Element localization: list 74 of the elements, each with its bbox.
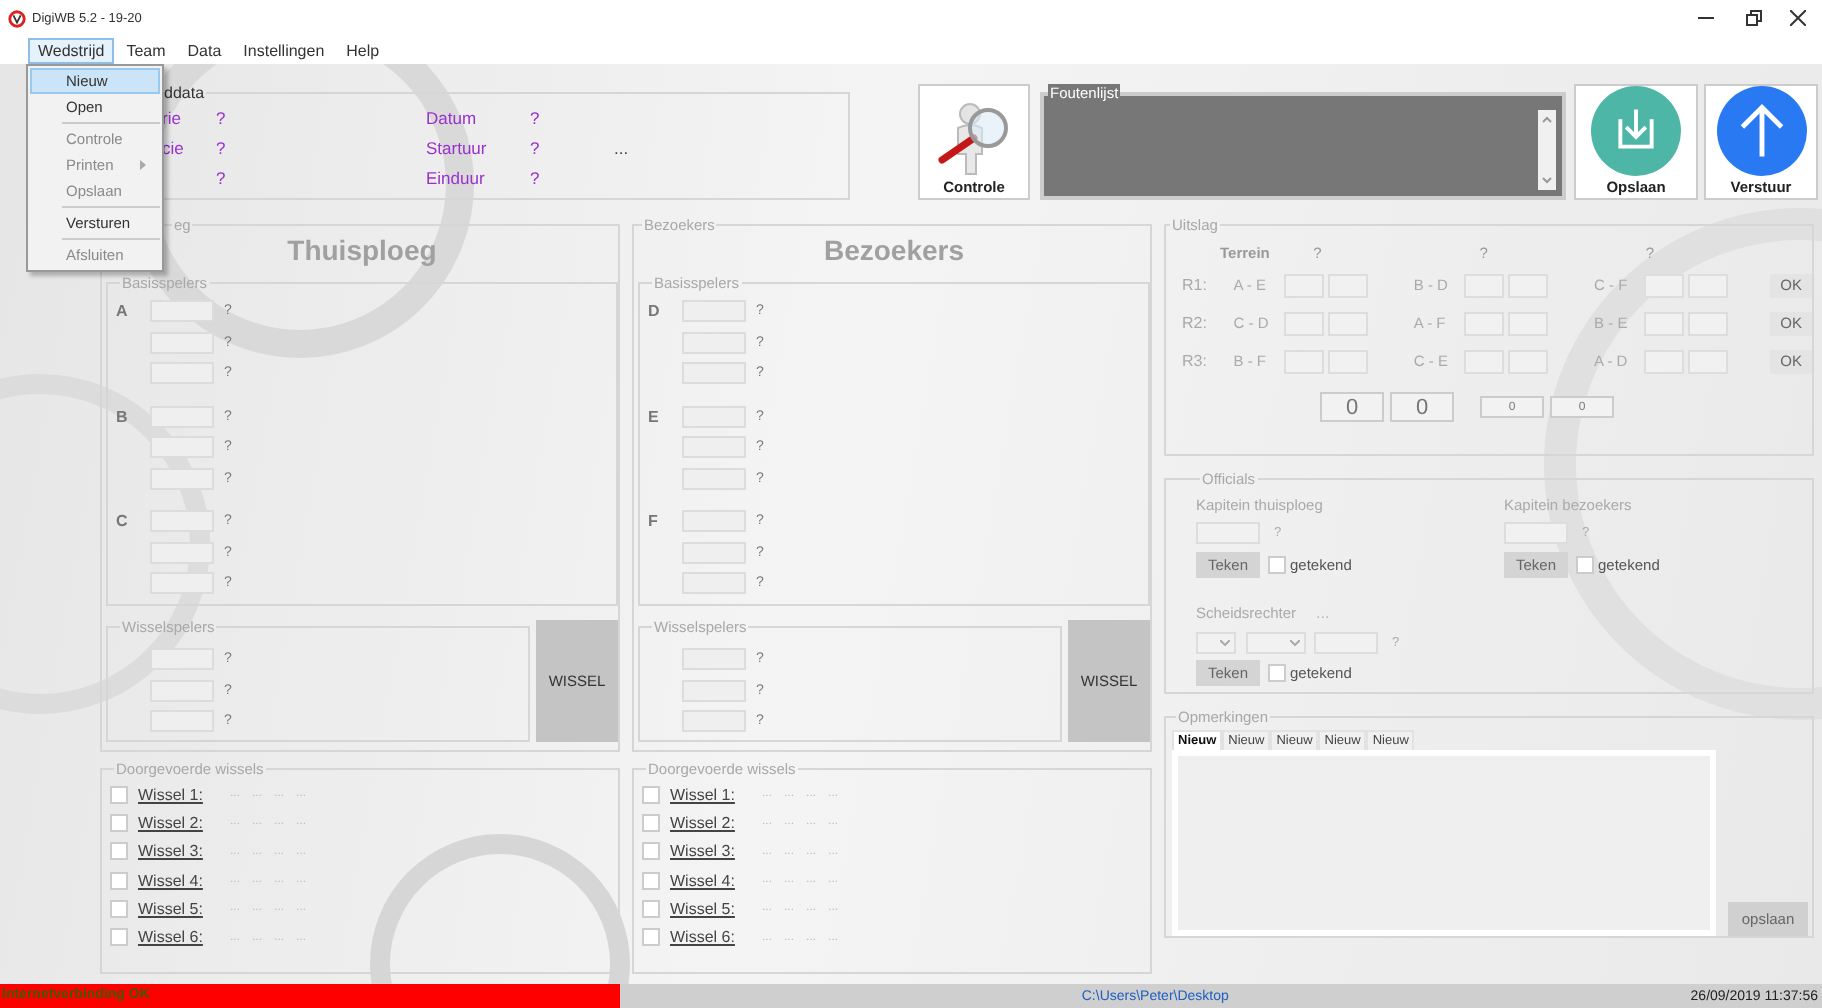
restore-icon[interactable] (1746, 10, 1762, 26)
substitution-link[interactable]: Wissel 2: (670, 813, 750, 832)
scrollbar[interactable] (1538, 110, 1556, 190)
position-label: A (116, 302, 128, 321)
field-value: ? (530, 137, 540, 157)
substitution-link[interactable]: Wissel 3: (138, 842, 218, 861)
round-label: R3: (1182, 352, 1207, 370)
player-input-field[interactable] (682, 648, 746, 671)
field-label: Einduur (426, 167, 485, 187)
player-input-field[interactable] (682, 541, 746, 564)
substitution-link[interactable]: Wissel 2: (138, 813, 218, 832)
dropdown[interactable] (1196, 631, 1236, 653)
total-score-field: 0 (1320, 392, 1384, 422)
field-value: ? (216, 167, 226, 187)
close-icon[interactable] (1790, 10, 1806, 26)
checkbox[interactable] (642, 928, 660, 947)
group-title: ddata (162, 84, 207, 102)
field-value: ? (216, 137, 226, 157)
round-label: R1: (1182, 276, 1207, 294)
person-magnifier-icon (934, 100, 1014, 176)
checkbox[interactable] (642, 899, 660, 918)
menu-item[interactable]: Data (177, 37, 232, 63)
position-label: E (648, 407, 659, 426)
checkbox[interactable] (110, 785, 128, 804)
position-label: F (648, 512, 658, 531)
checkbox[interactable] (110, 928, 128, 947)
team-heading: Thuisploeg (287, 234, 437, 266)
team-heading: Bezoekers (823, 234, 965, 266)
checkbox[interactable] (642, 785, 660, 804)
substitution-link[interactable]: Wissel 4: (138, 871, 218, 890)
menu-item[interactable]: Instellingen (233, 37, 335, 63)
menu-item[interactable]: Wedstrijd (28, 37, 115, 63)
player-input-field[interactable] (682, 572, 746, 595)
checkbox[interactable] (110, 899, 128, 918)
field-value: ? (530, 167, 540, 187)
field-label: Datum (426, 107, 477, 127)
player-input-field[interactable] (682, 679, 746, 702)
remarks-text-area[interactable] (1172, 750, 1716, 936)
menu-item[interactable]: Help (336, 37, 390, 63)
substitution-link[interactable]: Wissel 3: (670, 842, 750, 861)
field-note: ... (614, 137, 629, 157)
substitution-link[interactable]: Wissel 5: (138, 899, 218, 918)
player-input-field[interactable] (682, 710, 746, 733)
checkbox[interactable] (1268, 663, 1286, 681)
checkbox[interactable] (110, 871, 128, 890)
substitution-link[interactable]: Wissel 6: (138, 928, 218, 947)
app-logo-icon (8, 9, 26, 27)
checkbox[interactable] (642, 842, 660, 861)
total-score-field: 0 (1390, 392, 1454, 422)
substitution-link[interactable]: Wissel 1: (138, 785, 218, 804)
download-icon (1590, 86, 1682, 176)
field-value: ? (530, 107, 540, 127)
field-note: ... (1316, 603, 1330, 621)
chevron-down-icon (1220, 639, 1230, 645)
checkbox[interactable] (1268, 555, 1286, 573)
field-label: Startuur (426, 137, 487, 157)
position-label: D (648, 302, 660, 321)
chevron-down-icon (1290, 639, 1300, 645)
position-label: C (116, 512, 128, 531)
submenu-arrow-icon (140, 160, 146, 170)
round-label: R2: (1182, 314, 1207, 332)
dropdown[interactable] (1246, 631, 1306, 653)
menu-item[interactable]: Team (116, 37, 176, 63)
substitution-link[interactable]: Wissel 1: (670, 785, 750, 804)
field-value: ? (216, 107, 226, 127)
checkbox[interactable] (642, 871, 660, 890)
player-input-field[interactable] (682, 510, 746, 533)
substitution-link[interactable]: Wissel 5: (670, 899, 750, 918)
substitution-link[interactable]: Wissel 6: (670, 928, 750, 947)
checkbox[interactable] (110, 813, 128, 832)
substitution-link[interactable]: Wissel 4: (670, 871, 750, 890)
position-label: B (116, 407, 128, 426)
checkbox[interactable] (642, 813, 660, 832)
checkbox[interactable] (110, 842, 128, 861)
